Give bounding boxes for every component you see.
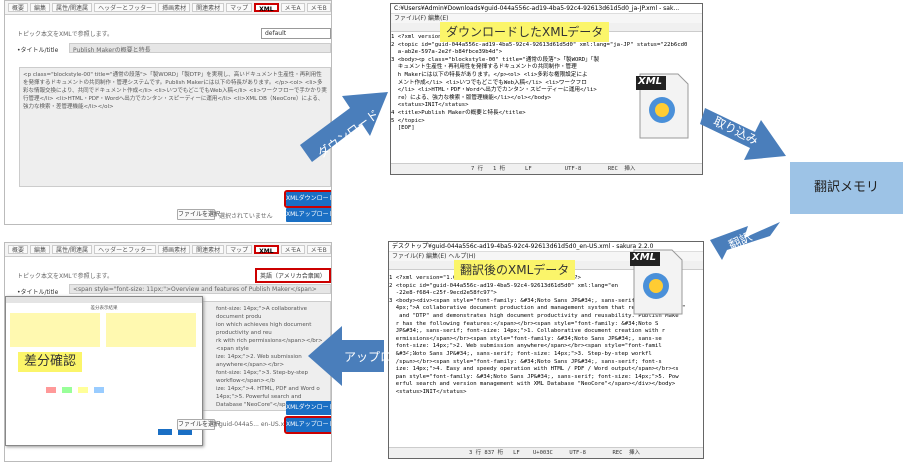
bottom-body-line: rk with rich permissions</span></br><spa… bbox=[216, 338, 323, 352]
top-no-file-text: 選択されていません bbox=[219, 213, 273, 220]
top-tab-6[interactable]: マップ bbox=[226, 3, 253, 12]
diff-legend bbox=[46, 387, 156, 393]
bottom-code-line: &#34;Noto Sans JP&#34;, sans-serif; font… bbox=[389, 350, 652, 357]
top-tab-5[interactable]: 関連素材 bbox=[192, 3, 225, 12]
bottom-code-line: ermissions</span></br><span style="font-… bbox=[389, 335, 662, 342]
bottom-code-line: ize: 14px;">4. Easy and speedy operation… bbox=[389, 366, 679, 373]
diff-dialog-titlebar bbox=[6, 297, 202, 303]
translate-arrow-label: 翻訳 bbox=[726, 229, 755, 253]
bottom-code-line: r has the following features:</span></br… bbox=[389, 320, 659, 327]
import-arrow-label: 取り込み bbox=[711, 114, 761, 148]
upload-arrow-label: アップロード bbox=[344, 350, 417, 364]
top-title-label: •タイトル/title bbox=[17, 47, 59, 54]
bottom-editor-status: 3 行 837 桁 LF U+003C UTF-8 REC 挿入 bbox=[389, 447, 703, 458]
bottom-tab-3[interactable]: ヘッダーとフッター bbox=[94, 245, 157, 254]
bottom-body-line: ize: 14px;">2. Web submission anywhere</… bbox=[216, 354, 302, 368]
bottom-tab-7[interactable]: XML bbox=[254, 245, 279, 255]
bottom-body-line: font-size: 14px;">3. Step-by-step workfl… bbox=[216, 370, 308, 384]
top-instruction: トピック本文をXMLで参照します。 bbox=[17, 31, 114, 38]
callout-translated-xml: 翻訳後のXMLデータ bbox=[454, 260, 576, 280]
bottom-tab-2[interactable]: 属性/関連属 bbox=[52, 245, 93, 254]
bottom-tab-9[interactable]: メモB bbox=[306, 245, 331, 254]
top-editor-title: C:¥Users¥Admin¥Downloads¥guid-044a556c-a… bbox=[391, 4, 702, 14]
translation-memory-box: 翻訳メモリ bbox=[790, 162, 903, 214]
diff-left-pane bbox=[10, 313, 100, 347]
bottom-body-line: 14px;">5. Powerful search and bbox=[216, 394, 302, 400]
bottom-body-line: ize: 14px;">4. HTML, PDF and Word o bbox=[216, 386, 320, 392]
diff-right-pane bbox=[106, 313, 196, 347]
top-editor-status: 7 行 1 桁 LF UTF-8 REC 挿入 bbox=[391, 163, 702, 174]
top-code-line: 2 <topic id="guid-044a556c-ad19-4ba5-92c… bbox=[391, 41, 688, 48]
top-tab-3[interactable]: ヘッダーとフッター bbox=[94, 3, 157, 12]
bottom-file-name: guid-044a5... en-US.xml bbox=[219, 421, 292, 428]
top-cms-panel: 概要編集属性/関連属ヘッダーとフッター挿画素材関連素材マップXMLメモAメモB履… bbox=[4, 0, 332, 225]
bottom-code-line: pan style="font-family: &#34;Noto Sans J… bbox=[389, 373, 679, 380]
top-file-select-button[interactable]: ファイルを選択 bbox=[177, 209, 220, 220]
top-language-select[interactable]: default bbox=[261, 28, 331, 39]
bottom-instruction: トピック本文をXMLで参照します。 bbox=[17, 273, 114, 280]
diff-legend-moved bbox=[94, 387, 104, 393]
bottom-tab-4[interactable]: 挿画素材 bbox=[158, 245, 191, 254]
xml-file-icon-top: XML bbox=[634, 70, 692, 142]
diff-legend-changed bbox=[78, 387, 88, 393]
top-body-textarea[interactable]: <p class="blockstyle-00" title="通常の段落">「… bbox=[19, 67, 331, 187]
bottom-code-line: /span></br><span style="font-family: &#3… bbox=[389, 358, 662, 365]
top-tab-0[interactable]: 概要 bbox=[8, 3, 29, 12]
xml-icon-text-top: XML bbox=[638, 76, 663, 87]
bottom-code-line: <status>INIT</status> bbox=[389, 388, 467, 395]
top-xml-upload-button[interactable]: XMLアップロード bbox=[286, 208, 331, 222]
bottom-language-select[interactable]: 英語（アメリカ合衆国） bbox=[255, 268, 331, 283]
bottom-tab-5[interactable]: 関連素材 bbox=[192, 245, 225, 254]
bottom-tab-8[interactable]: メモA bbox=[280, 245, 305, 254]
bottom-body-line: font-size: 14px;">A collaborative docume… bbox=[216, 306, 308, 320]
callout-downloaded-xml: ダウンロードしたXMLデータ bbox=[440, 22, 610, 42]
xml-file-icon-bottom: XML bbox=[628, 246, 686, 318]
top-tab-4[interactable]: 挿画素材 bbox=[158, 3, 191, 12]
bottom-tab-0[interactable]: 概要 bbox=[8, 245, 29, 254]
diff-header: 差分表示結果 bbox=[90, 306, 118, 311]
xml-upload-button[interactable]: XMLアップロード bbox=[284, 416, 331, 434]
top-tab-7[interactable]: XML bbox=[254, 3, 279, 13]
bottom-tab-6[interactable]: マップ bbox=[226, 245, 253, 254]
bottom-code-line: erful search and version management with… bbox=[389, 381, 676, 388]
top-code-line: a-ab2e-597a-2e2f-b84fbce39b4d"> bbox=[391, 49, 503, 56]
diff-legend-removed bbox=[46, 387, 56, 393]
bottom-tab-1[interactable]: 編集 bbox=[30, 245, 51, 254]
xml-icon-text-bottom: XML bbox=[632, 252, 657, 263]
top-tab-bar: 概要編集属性/関連属ヘッダーとフッター挿画素材関連素材マップXMLメモAメモB履… bbox=[5, 1, 331, 15]
bottom-tab-bar: 概要編集属性/関連属ヘッダーとフッター挿画素材関連素材マップXMLメモAメモB履… bbox=[5, 243, 331, 257]
callout-diff-check: 差分確認 bbox=[18, 352, 83, 372]
bottom-code-line: JP&#34;, sans-serif; font-size: 14px;">1… bbox=[389, 328, 666, 335]
bottom-file-select-button[interactable]: ファイルを選択 bbox=[177, 419, 220, 430]
top-tab-9[interactable]: メモB bbox=[306, 3, 331, 12]
top-tab-8[interactable]: メモA bbox=[280, 3, 305, 12]
top-title-field[interactable]: Publish Makerの概要と特長 bbox=[69, 43, 331, 53]
bottom-body-line: ion which achieves high document product… bbox=[216, 322, 312, 336]
bottom-xml-download-button[interactable]: XMLダウンロード bbox=[286, 401, 331, 415]
bottom-code-line: font-size: 14px;">2. Web submission anyw… bbox=[389, 343, 662, 350]
diff-legend-added bbox=[62, 387, 72, 393]
bottom-title-label: •タイトル/title bbox=[17, 289, 59, 296]
top-tab-1[interactable]: 編集 bbox=[30, 3, 51, 12]
xml-download-button[interactable]: XMLダウンロード bbox=[284, 190, 331, 208]
diff-ok-button[interactable] bbox=[158, 429, 172, 435]
bottom-title-field[interactable]: <span style="font-size: 11px;">Overview … bbox=[69, 284, 331, 294]
top-tab-2[interactable]: 属性/関連属 bbox=[52, 3, 93, 12]
